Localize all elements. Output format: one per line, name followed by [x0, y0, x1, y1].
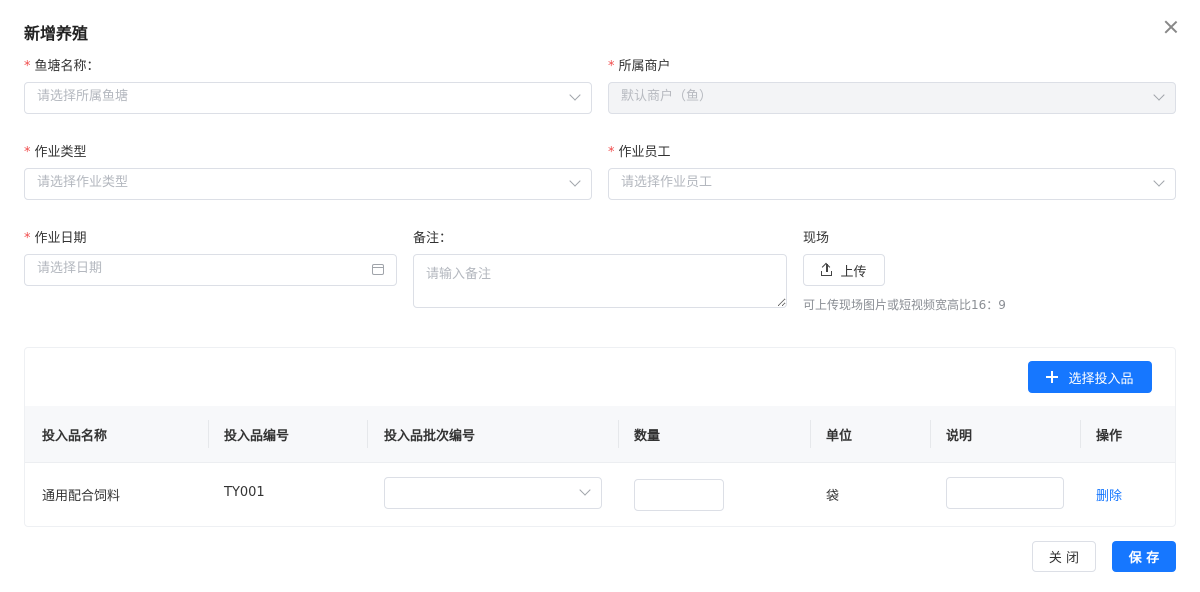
date-picker[interactable]: 请选择日期 [24, 254, 397, 286]
quantity-input[interactable] [634, 479, 724, 511]
merchant-select: 默认商户（鱼） [608, 82, 1176, 114]
date-placeholder: 请选择日期 [37, 261, 103, 276]
date-label: * 作业日期 [24, 231, 87, 246]
staff-select[interactable]: 请选择作业员工 [608, 168, 1176, 200]
upload-icon [821, 262, 833, 276]
chevron-down-icon [569, 175, 581, 187]
calendar-icon [372, 264, 384, 275]
batch-select[interactable] [384, 477, 602, 509]
pond-select[interactable]: 请选择所属鱼塘 [24, 82, 592, 114]
chevron-down-icon [1153, 89, 1165, 101]
chevron-down-icon [579, 484, 591, 496]
column-header: 说明 [946, 429, 973, 444]
delete-link[interactable]: 删除 [1096, 485, 1122, 504]
close-button[interactable]: 关 闭 [1032, 541, 1096, 572]
column-header: 单位 [826, 429, 853, 444]
staff-placeholder: 请选择作业员工 [621, 175, 713, 190]
merchant-label: * 所属商户 [608, 59, 671, 74]
column-header: 投入品编号 [224, 429, 290, 444]
remark-label: 备注： [413, 231, 453, 246]
input-code-cell: TY001 [224, 485, 265, 500]
close-icon[interactable] [1162, 18, 1180, 36]
plus-icon [1046, 371, 1059, 383]
select-inputs-button[interactable]: 选择投入品 [1028, 361, 1152, 393]
work-type-select[interactable]: 请选择作业类型 [24, 168, 592, 200]
select-inputs-label: 选择投入品 [1068, 371, 1134, 387]
upload-hint: 可上传现场图片或短视频宽高比16：9 [803, 298, 1006, 312]
column-header: 投入品批次编号 [384, 429, 476, 444]
unit-cell: 袋 [826, 489, 840, 504]
pond-placeholder: 请选择所属鱼塘 [37, 89, 129, 104]
upload-button[interactable]: 上传 [803, 254, 885, 286]
upload-label: 上传 [840, 264, 867, 280]
dialog-title: 新增养殖 [24, 24, 89, 43]
pond-label: * 鱼塘名称： [24, 59, 100, 74]
work-type-label: * 作业类型 [24, 145, 87, 160]
table-header: 投入品名称 投入品编号 投入品批次编号 数量 单位 说明 操作 [25, 406, 1175, 463]
column-header: 数量 [634, 429, 661, 444]
merchant-value: 默认商户（鱼） [621, 89, 713, 104]
chevron-down-icon [569, 89, 581, 101]
site-label: 现场 [803, 231, 830, 246]
staff-label: * 作业员工 [608, 145, 671, 160]
save-button[interactable]: 保 存 [1112, 541, 1176, 572]
note-input[interactable] [946, 477, 1064, 509]
column-header: 投入品名称 [42, 429, 108, 444]
remark-textarea[interactable] [413, 254, 787, 308]
column-header: 操作 [1096, 429, 1123, 444]
input-name-cell: 通用配合饲料 [42, 489, 121, 504]
work-type-placeholder: 请选择作业类型 [37, 175, 129, 190]
chevron-down-icon [1153, 175, 1165, 187]
